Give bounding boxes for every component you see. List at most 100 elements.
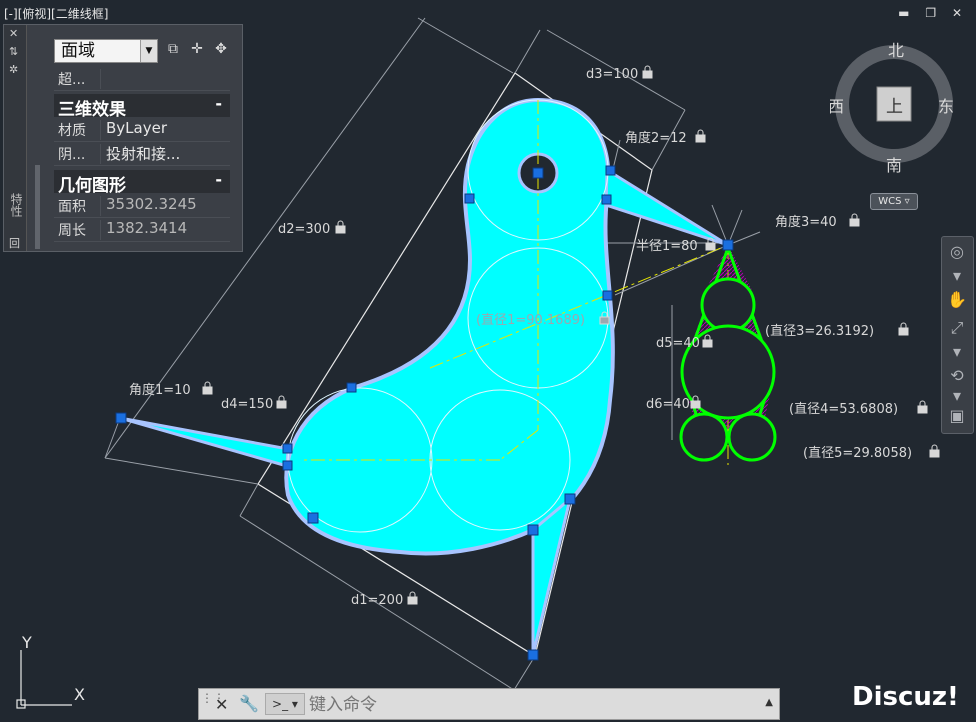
dim-angle1[interactable]: 角度1=10: [129, 382, 191, 398]
orbit-menu-icon[interactable]: ▾: [946, 385, 968, 407]
properties-palette: ✕ ⇅ ✲ 特性 回 面域 ▼ ⧉ ✛ ✥ 超... 三维效果 - 材质 ByL…: [3, 24, 243, 252]
property-row-material[interactable]: 材质 ByLayer: [54, 118, 230, 142]
section-3d-effects[interactable]: 三维效果 -: [54, 94, 230, 120]
grip[interactable]: [605, 165, 616, 176]
compass-east[interactable]: 东: [938, 97, 954, 116]
zoom-menu-icon[interactable]: ▾: [946, 341, 968, 363]
wcs-menu[interactable]: WCS ▿: [870, 193, 918, 210]
lock-icon: [929, 444, 940, 458]
grip[interactable]: [307, 512, 319, 524]
palette-title: 特性: [9, 193, 23, 217]
auto-hide-icon[interactable]: ⇅: [9, 45, 18, 58]
compass-north[interactable]: 北: [888, 41, 904, 60]
section-title: 几何图形: [58, 176, 126, 196]
collapse-icon[interactable]: -: [215, 94, 222, 113]
zoom-extents-icon[interactable]: ⤢: [946, 317, 968, 339]
lock-icon: [276, 395, 287, 409]
grip[interactable]: [346, 382, 357, 393]
property-key: 周长: [58, 220, 101, 240]
property-value[interactable]: 投射和接...: [106, 143, 180, 164]
dim-d5[interactable]: d5=40: [656, 336, 700, 351]
toggle-pickadd-icon[interactable]: ⧉: [163, 41, 183, 59]
chevron-up-icon[interactable]: ▲: [765, 697, 773, 708]
dim-diameter1[interactable]: (直径1=90.1689): [476, 313, 585, 328]
quick-select-icon[interactable]: ✥: [211, 41, 231, 59]
property-value[interactable]: ByLayer: [106, 119, 167, 137]
pan-icon[interactable]: ✋: [946, 289, 968, 311]
dim-radius1[interactable]: 半径1=80: [636, 239, 698, 254]
dim-d3[interactable]: d3=100: [586, 67, 638, 82]
property-key: 面积: [58, 196, 101, 216]
viewcube[interactable]: 北 南 东 西 上: [830, 40, 954, 180]
dim-d6[interactable]: d6=40: [646, 397, 690, 412]
viewcube-face-top[interactable]: 上: [886, 97, 903, 117]
dim-d2[interactable]: d2=300: [278, 222, 330, 237]
grip[interactable]: [532, 167, 544, 179]
grip[interactable]: [722, 239, 734, 251]
property-value: 35302.3245: [106, 195, 197, 213]
select-objects-icon[interactable]: ✛: [187, 41, 207, 59]
grip[interactable]: [527, 649, 539, 661]
dim-diameter3[interactable]: (直径3=26.3192): [765, 324, 874, 339]
property-key: 阴...: [58, 144, 101, 164]
grip[interactable]: [282, 460, 293, 471]
command-line: ⋮⋮ ✕ 🔧 >_ ▾ ▲: [198, 688, 780, 720]
close-icon[interactable]: ✕: [9, 27, 18, 40]
property-key: 材质: [58, 120, 101, 140]
command-prompt-icon[interactable]: >_ ▾: [265, 693, 305, 715]
dim-diameter5[interactable]: (直径5=29.8058): [803, 446, 912, 461]
section-title: 三维效果: [58, 100, 126, 120]
command-input[interactable]: [307, 693, 751, 717]
lock-icon: [202, 381, 213, 395]
grip[interactable]: [115, 412, 127, 424]
settings-icon[interactable]: ✲: [9, 63, 18, 76]
ucs-icon: [16, 650, 72, 709]
property-row-area[interactable]: 面积 35302.3245: [54, 194, 230, 218]
compass-west[interactable]: 西: [830, 97, 844, 116]
palette-scrollbar[interactable]: [35, 165, 40, 249]
lock-icon: [917, 400, 928, 414]
close-icon[interactable]: ✕: [215, 695, 228, 714]
dim-d1[interactable]: d1=200: [351, 593, 403, 608]
lock-icon: [335, 220, 346, 234]
wrench-icon[interactable]: 🔧: [239, 694, 259, 713]
navigation-bar: ◎ ▾ ✋ ⤢ ▾ ⟲ ▾ ▣: [941, 236, 974, 434]
object-type-value: 面域: [61, 41, 95, 61]
collapse-icon[interactable]: -: [215, 170, 222, 189]
chevron-down-icon[interactable]: ▼: [140, 40, 157, 62]
palette-title-strip[interactable]: ✕ ⇅ ✲ 特性 回: [4, 25, 27, 251]
grip[interactable]: [602, 290, 613, 301]
lock-icon: [695, 129, 706, 143]
grip[interactable]: [564, 493, 576, 505]
grip[interactable]: [464, 193, 475, 204]
watermark: Discuz!: [852, 682, 959, 712]
grip[interactable]: [527, 524, 539, 536]
orbit-icon[interactable]: ⟲: [946, 365, 968, 387]
dim-angle2[interactable]: 角度2=12: [625, 130, 687, 146]
palette-bottom-icon[interactable]: 回: [9, 235, 20, 251]
grip-handle-icon[interactable]: ⋮⋮: [201, 692, 225, 715]
property-row[interactable]: 超...: [54, 67, 230, 91]
lock-icon: [849, 213, 860, 227]
green-cone: [679, 245, 777, 462]
lock-icon: [407, 591, 418, 605]
compass-south[interactable]: 南: [886, 156, 902, 175]
ucs-y-label: Y: [21, 633, 32, 652]
grip[interactable]: [282, 443, 293, 454]
lock-icon: [642, 65, 653, 79]
chevron-down-icon: ▿: [901, 196, 910, 207]
property-row-perimeter[interactable]: 周长 1382.3414: [54, 218, 230, 242]
showmotion-icon[interactable]: ▣: [946, 405, 968, 427]
dim-d4[interactable]: d4=150: [221, 397, 273, 412]
steering-wheel-icon[interactable]: ◎: [946, 241, 968, 263]
object-type-select[interactable]: 面域 ▼: [54, 39, 158, 63]
lock-icon: [898, 322, 909, 336]
section-geometry[interactable]: 几何图形 -: [54, 170, 230, 196]
dim-angle3[interactable]: 角度3=40: [775, 214, 837, 230]
grip[interactable]: [601, 194, 612, 205]
ucs-x-label: X: [74, 685, 85, 704]
dim-diameter4[interactable]: (直径4=53.6808): [789, 402, 898, 417]
steering-wheel-menu-icon[interactable]: ▾: [946, 265, 968, 287]
wcs-label: WCS: [878, 196, 902, 207]
property-row-shadow[interactable]: 阴... 投射和接...: [54, 142, 230, 166]
